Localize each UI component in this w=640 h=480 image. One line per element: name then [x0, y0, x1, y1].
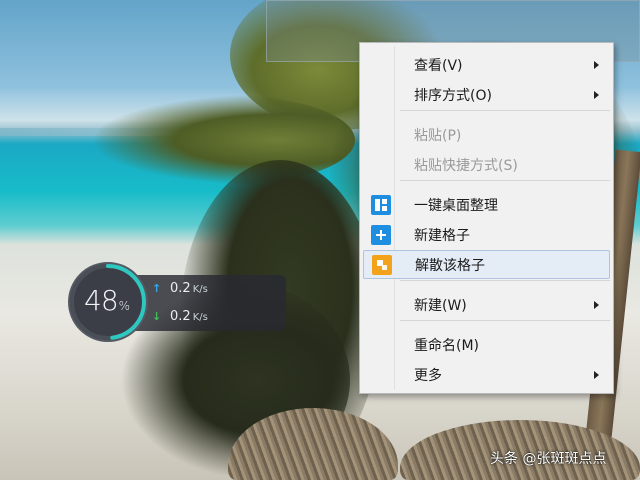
menu-item-new-label: 新建(W) [414, 297, 467, 314]
menu-item-new[interactable]: 新建(W) [363, 290, 610, 319]
download-speed-value: 0.2 [170, 309, 191, 324]
menu-separator [400, 280, 610, 281]
arrow-up-icon: ↑ [152, 282, 162, 295]
menu-item-organize-desktop[interactable]: 一键桌面整理 [363, 190, 610, 219]
menu-item-rename[interactable]: 重命名(M) [363, 330, 610, 359]
menu-item-dissolve-grid[interactable]: 解散该格子 [363, 250, 610, 279]
usage-percent-sign: % [118, 299, 131, 313]
desktop-context-menu: 查看(V) 排序方式(O) 粘贴(P) 粘贴快捷方式(S) 一键桌面整理 新建格子解散该格… [359, 42, 614, 394]
menu-item-dissolve-grid-label: 解散该格子 [415, 257, 485, 274]
usage-percent-value: 48 [84, 284, 119, 317]
menu-item-new-grid-label: 新建格子 [414, 227, 470, 244]
menu-item-more[interactable]: 更多 [363, 360, 610, 389]
watermark: 头条 @张斑斑点点 [490, 451, 607, 467]
chevron-right-icon [594, 60, 599, 69]
download-speed-row: ↓ 0.2 K/s [152, 309, 208, 324]
usage-gauge[interactable]: 48% [68, 262, 148, 342]
menu-item-paste-label: 粘贴(P) [414, 127, 462, 144]
dissolve-grid-icon [372, 254, 392, 275]
network-monitor-widget[interactable]: ↑ 0.2 K/s ↓ 0.2 K/s 48% [68, 262, 286, 344]
menu-item-organize-desktop-label: 一键桌面整理 [414, 197, 498, 214]
plus-icon [371, 224, 391, 245]
menu-item-more-label: 更多 [414, 367, 442, 384]
chevron-right-icon [594, 370, 599, 379]
menu-separator [400, 180, 610, 181]
menu-item-paste[interactable]: 粘贴(P) [363, 120, 610, 149]
menu-item-new-grid[interactable]: 新建格子 [363, 220, 610, 249]
desktop-organize-icon [371, 194, 391, 215]
download-speed-unit: K/s [192, 312, 208, 323]
menu-item-sort[interactable]: 排序方式(O) [363, 80, 610, 109]
menu-item-rename-label: 重命名(M) [414, 337, 480, 354]
usage-percent: 48% [84, 284, 130, 317]
menu-item-paste-shortcut-label: 粘贴快捷方式(S) [414, 157, 518, 174]
menu-separator [400, 320, 610, 321]
chevron-right-icon [594, 90, 599, 99]
upload-speed-unit: K/s [192, 284, 208, 295]
menu-item-sort-label: 排序方式(O) [414, 87, 492, 104]
menu-separator [400, 110, 610, 111]
menu-item-view[interactable]: 查看(V) [363, 50, 610, 79]
upload-speed-row: ↑ 0.2 K/s [152, 281, 208, 296]
menu-item-paste-shortcut[interactable]: 粘贴快捷方式(S) [363, 150, 610, 179]
arrow-down-icon: ↓ [152, 310, 162, 323]
chevron-right-icon [594, 300, 599, 309]
menu-item-view-label: 查看(V) [414, 57, 463, 74]
upload-speed-value: 0.2 [170, 281, 191, 296]
